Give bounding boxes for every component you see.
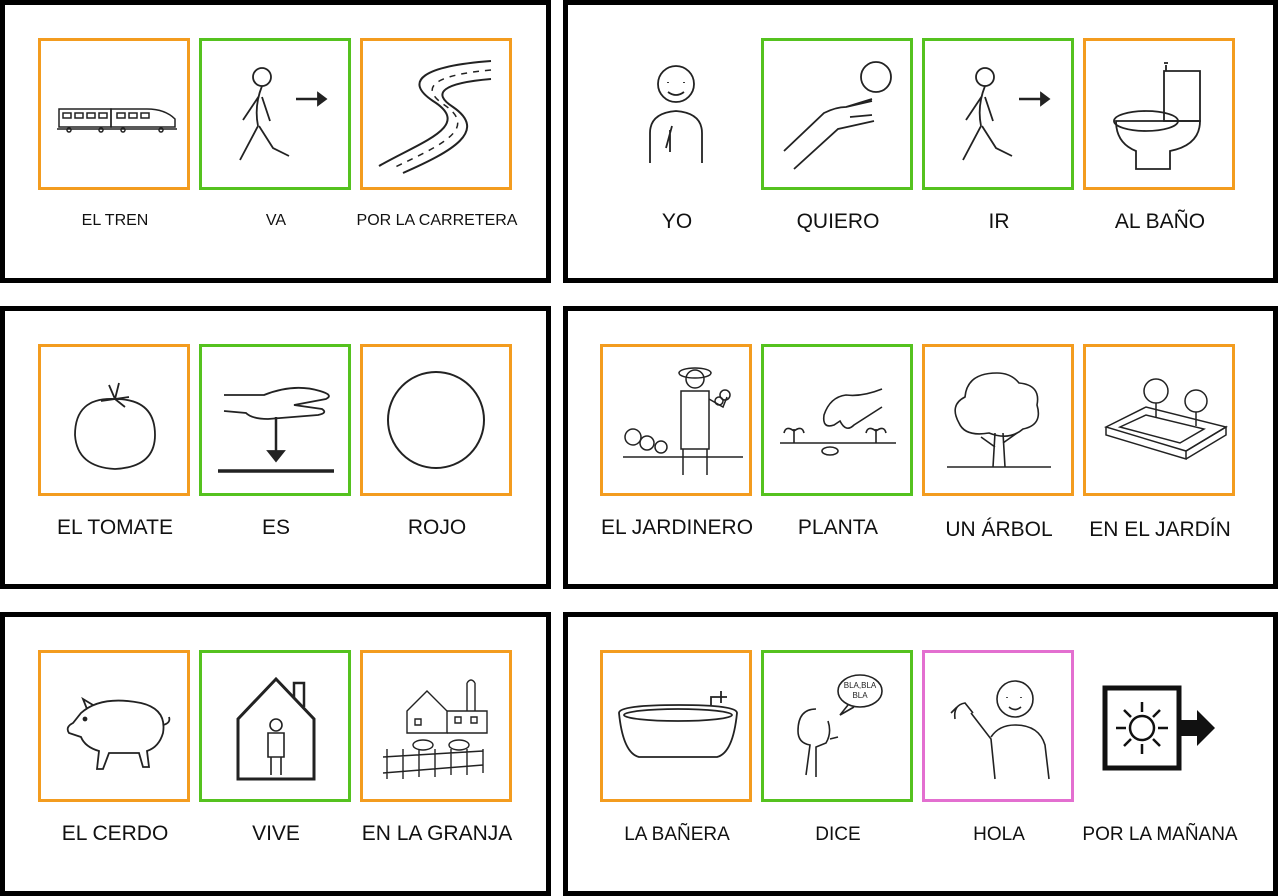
- word-label: ROJO: [407, 516, 467, 539]
- pictogram-quiero: [761, 38, 913, 190]
- word-label: POR LA MAÑANA: [1082, 824, 1238, 845]
- word-label: PLANTA: [797, 516, 879, 539]
- word-label: EN EL JARDÍN: [1089, 518, 1231, 541]
- svg-text:BLA: BLA: [852, 691, 868, 700]
- farm-icon: [382, 679, 488, 779]
- pig-icon: [66, 696, 171, 770]
- word-label: DICE: [815, 824, 861, 845]
- train-icon: [57, 108, 177, 133]
- tomato-icon: [74, 382, 156, 470]
- pictogram-hola: [922, 650, 1074, 802]
- planting-hand-icon: [780, 388, 896, 456]
- word-label: VA: [265, 212, 287, 229]
- pictogram-banera: [600, 650, 752, 802]
- speech-bubble-text: BLA,BLA: [844, 681, 877, 690]
- word-label: UN ÁRBOL: [945, 518, 1053, 541]
- word-label: LA BAÑERA: [624, 824, 730, 845]
- toilet-icon: [1113, 62, 1201, 170]
- pictogram-manana: [1083, 650, 1235, 802]
- pictogram-tomate: [38, 344, 190, 496]
- word-label: EN LA GRANJA: [361, 822, 513, 845]
- word-label: ES: [261, 516, 290, 539]
- pictogram-tren: [38, 38, 190, 190]
- pictogram-cerdo: [38, 650, 190, 802]
- word-label: IR: [988, 210, 1010, 233]
- pictogram-jardin: [1083, 344, 1235, 496]
- word-label: HOLA: [973, 824, 1025, 845]
- pictogram-es: [199, 344, 351, 496]
- hand-down-arrow-icon: [218, 386, 334, 473]
- walking-person-icon: [239, 67, 328, 161]
- word-label: EL TOMATE: [57, 516, 173, 539]
- pictogram-carretera: [360, 38, 512, 190]
- word-label: EL TREN: [81, 212, 149, 229]
- pictogram-yo: [600, 38, 752, 190]
- pictogram-vive: [199, 650, 351, 802]
- pictogram-ir: [922, 38, 1074, 190]
- word-label: QUIERO: [796, 210, 880, 233]
- pictogram-dice: BLA,BLA BLA: [761, 650, 913, 802]
- circle-icon: [387, 371, 485, 469]
- tree-icon: [947, 372, 1051, 468]
- pictogram-va: [199, 38, 351, 190]
- word-label: POR LA CARRETERA: [356, 212, 518, 229]
- word-label: VIVE: [252, 822, 300, 845]
- sun-arrow-icon: [1102, 685, 1215, 771]
- speaking-person-icon: BLA,BLA BLA: [797, 674, 883, 777]
- pictogram-rojo: [360, 344, 512, 496]
- self-pointing-person-icon: [649, 65, 703, 163]
- word-label: AL BAÑO: [1114, 210, 1206, 233]
- pictogram-arbol: [922, 344, 1074, 496]
- pictogram-jardinero: [600, 344, 752, 496]
- road-icon: [378, 60, 492, 174]
- person-in-house-icon: [236, 676, 316, 781]
- garden-icon: [1103, 378, 1228, 461]
- pictogram-bano: [1083, 38, 1235, 190]
- pictogram-granja: [360, 650, 512, 802]
- word-label: EL CERDO: [61, 822, 169, 845]
- word-label: YO: [661, 210, 693, 233]
- gardener-icon: [623, 367, 743, 475]
- bathtub-icon: [618, 691, 738, 758]
- walking-person-icon: [962, 67, 1051, 161]
- reaching-hand-icon: [783, 61, 892, 170]
- word-label: EL JARDINERO: [600, 516, 754, 539]
- waving-person-icon: [950, 680, 1050, 780]
- pictogram-planta: [761, 344, 913, 496]
